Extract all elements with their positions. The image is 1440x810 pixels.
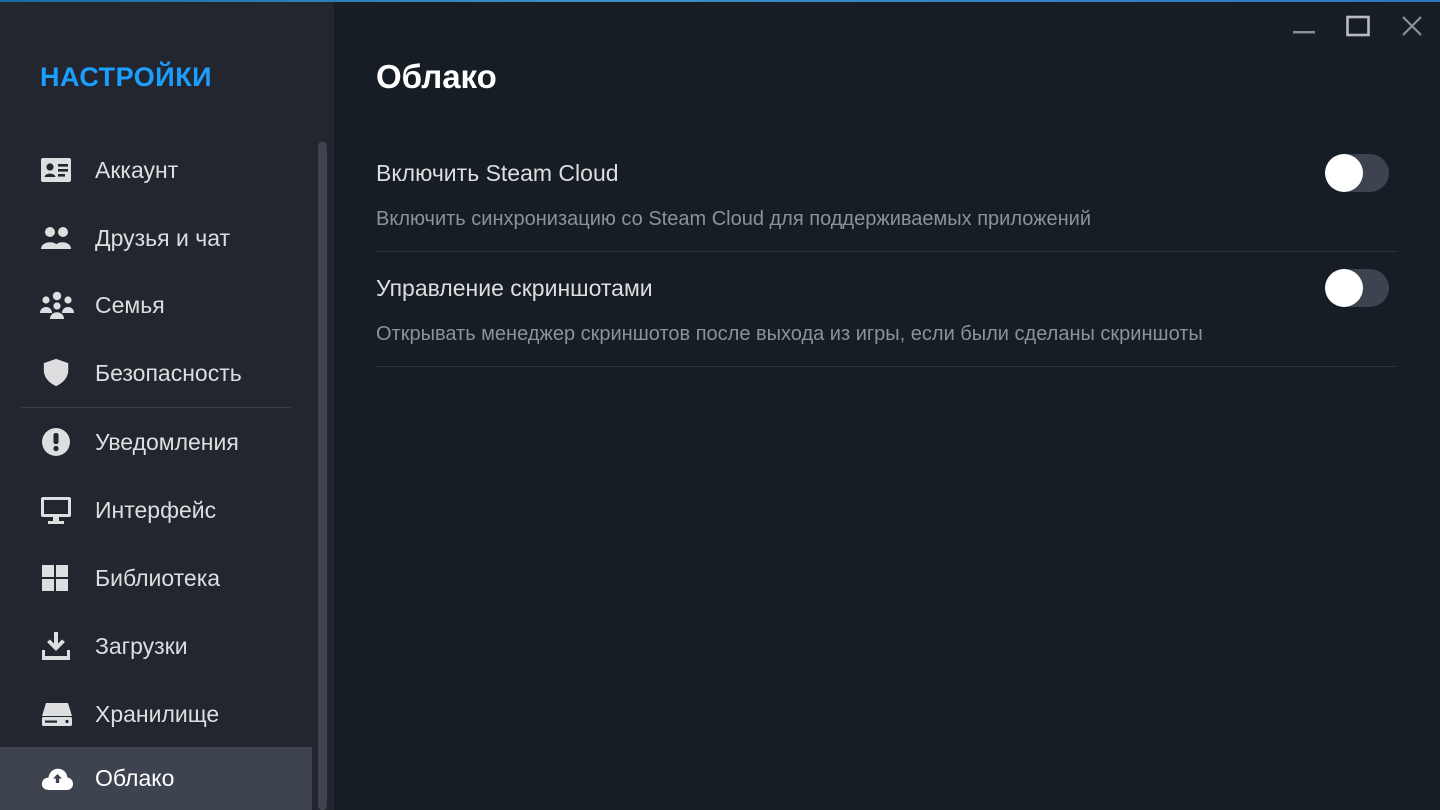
maximize-button[interactable] bbox=[1340, 10, 1376, 46]
sidebar-item-storage[interactable]: Хранилище bbox=[0, 683, 312, 745]
sidebar-item-account[interactable]: Аккаунт bbox=[0, 139, 312, 201]
sidebar-item-label: Друзья и чат bbox=[95, 224, 231, 251]
sidebar-item-downloads[interactable]: Загрузки bbox=[0, 615, 312, 677]
window-top-accent bbox=[0, 0, 1440, 2]
sidebar-item-friends[interactable]: Друзья и чат bbox=[0, 207, 312, 269]
sidebar-item-label: Интерфейс bbox=[95, 496, 217, 523]
sidebar-item-label: Облако bbox=[95, 765, 175, 791]
sidebar-item-label: Безопасность bbox=[95, 359, 242, 386]
sidebar-item-library[interactable]: Библиотека bbox=[0, 547, 312, 609]
settings-sidebar: НАСТРОЙКИ Аккаунт Друзья и чат Семья Без… bbox=[0, 0, 334, 810]
settings-window: НАСТРОЙКИ Аккаунт Друзья и чат Семья Без… bbox=[0, 0, 1440, 810]
setting-steam-cloud: Включить Steam Cloud Включить синхрониза… bbox=[376, 136, 1396, 252]
sidebar-item-label: Уведомления bbox=[95, 428, 239, 455]
toggle-knob bbox=[1325, 269, 1363, 307]
setting-title: Управление скриншотами bbox=[376, 275, 653, 301]
family-icon bbox=[40, 287, 76, 323]
setting-screenshot-manager: Управление скриншотами Открывать менедже… bbox=[376, 251, 1396, 367]
sidebar-item-family[interactable]: Семья bbox=[0, 274, 312, 336]
sidebar-item-label: Библиотека bbox=[95, 564, 221, 591]
setting-description: Открывать менеджер скриншотов после выхо… bbox=[376, 323, 1203, 345]
monitor-icon bbox=[40, 492, 76, 528]
notification-icon bbox=[40, 424, 76, 460]
page-title: Облако bbox=[376, 58, 497, 95]
sidebar-item-cloud[interactable]: Облако bbox=[0, 747, 312, 810]
sidebar-divider bbox=[21, 407, 291, 408]
sidebar-title: НАСТРОЙКИ bbox=[40, 62, 213, 92]
settings-content: Облако Включить Steam Cloud Включить син… bbox=[334, 0, 1440, 810]
sidebar-item-security[interactable]: Безопасность bbox=[0, 342, 312, 404]
sidebar-item-label: Семья bbox=[95, 291, 165, 318]
screenshot-manager-toggle[interactable] bbox=[1325, 269, 1389, 307]
maximize-icon bbox=[1346, 14, 1370, 43]
minimize-icon bbox=[1292, 14, 1316, 43]
friends-icon bbox=[40, 220, 76, 256]
sidebar-item-notifications[interactable]: Уведомления bbox=[0, 411, 312, 473]
close-icon bbox=[1400, 14, 1424, 43]
steam-cloud-toggle[interactable] bbox=[1325, 154, 1389, 192]
download-icon bbox=[40, 628, 76, 664]
sidebar-scrollbar[interactable] bbox=[318, 142, 327, 810]
setting-title: Включить Steam Cloud bbox=[376, 160, 619, 186]
account-card-icon bbox=[40, 152, 76, 188]
grid-icon bbox=[40, 560, 76, 596]
cloud-sync-icon bbox=[40, 761, 76, 797]
sidebar-item-label: Загрузки bbox=[95, 632, 188, 659]
storage-icon bbox=[40, 696, 76, 732]
sidebar-item-label: Хранилище bbox=[95, 700, 220, 727]
minimize-button[interactable] bbox=[1286, 10, 1322, 46]
shield-icon bbox=[40, 355, 76, 391]
close-button[interactable] bbox=[1394, 10, 1430, 46]
sidebar-item-interface[interactable]: Интерфейс bbox=[0, 479, 312, 541]
setting-description: Включить синхронизацию со Steam Cloud дл… bbox=[376, 208, 1092, 230]
sidebar-item-label: Аккаунт bbox=[95, 156, 179, 183]
toggle-knob bbox=[1325, 154, 1363, 192]
